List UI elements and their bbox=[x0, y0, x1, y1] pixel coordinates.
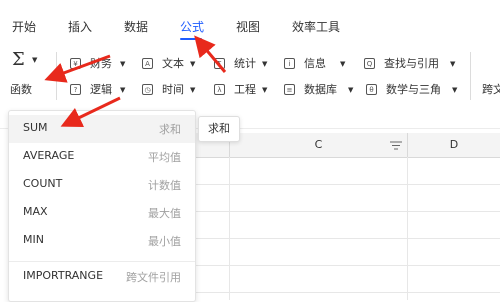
function-name: COUNT bbox=[23, 177, 63, 190]
chevron-down-icon: ▼ bbox=[262, 86, 268, 94]
text-functions-button[interactable]: A 文本 ▼ bbox=[142, 56, 202, 72]
sigma-icon: Σ bbox=[12, 49, 25, 70]
column-header-d[interactable]: D bbox=[408, 133, 500, 157]
chevron-down-icon: ▼ bbox=[348, 86, 354, 94]
grid-row-line bbox=[195, 211, 500, 212]
chevron-down-icon: ▼ bbox=[120, 60, 126, 68]
math-trig-button[interactable]: θ 数学与三角 ▼ bbox=[366, 82, 460, 98]
menu-tabs: 开始 插入 数据 公式 视图 效率工具 bbox=[0, 0, 500, 42]
sum-tooltip: 求和 bbox=[198, 116, 240, 142]
information-label: 信息 bbox=[304, 57, 326, 70]
grid-row-line bbox=[195, 238, 500, 239]
function-name: MAX bbox=[23, 205, 48, 218]
chevron-down-icon: ▼ bbox=[450, 60, 456, 68]
function-item-count[interactable]: COUNT 计数值 bbox=[9, 171, 195, 199]
grid-row-line bbox=[195, 292, 500, 293]
function-name: AVERAGE bbox=[23, 149, 75, 162]
function-name: SUM bbox=[23, 121, 48, 134]
function-dropdown-menu: SUM 求和 AVERAGE 平均值 COUNT 计数值 MAX 最大值 MIN… bbox=[8, 110, 196, 302]
function-description: 计数值 bbox=[148, 179, 181, 192]
function-item-max[interactable]: MAX 最大值 bbox=[9, 199, 195, 227]
lookup-reference-button[interactable]: Q 查找与引用 ▼ bbox=[364, 56, 458, 72]
info-icon: i bbox=[284, 58, 295, 69]
logic-label: 逻辑 bbox=[90, 83, 112, 96]
tab-view[interactable]: 视图 bbox=[236, 19, 260, 35]
chevron-down-icon: ▼ bbox=[32, 56, 38, 64]
engineering-label: 工程 bbox=[234, 83, 256, 96]
insert-function-button[interactable]: Σ ▼ 函数 bbox=[6, 50, 46, 102]
statistics-button[interactable]: Σ 统计 ▼ bbox=[214, 56, 274, 72]
tab-data[interactable]: 数据 bbox=[124, 19, 148, 35]
cross-file-button-partial[interactable]: 跨文 bbox=[482, 82, 500, 98]
chevron-down-icon: ▼ bbox=[340, 60, 346, 68]
chevron-down-icon: ▼ bbox=[190, 86, 196, 94]
lookup-reference-label: 查找与引用 bbox=[384, 57, 439, 70]
finance-label: 财务 bbox=[90, 57, 112, 70]
ribbon-divider bbox=[56, 52, 57, 100]
chevron-down-icon: ▼ bbox=[190, 60, 196, 68]
information-button[interactable]: i 信息 ▼ bbox=[284, 56, 346, 72]
database-label: 数据库 bbox=[304, 83, 337, 96]
function-name: IMPORTRANGE bbox=[23, 269, 104, 282]
time-button[interactable]: ◷ 时间 ▼ bbox=[142, 82, 202, 98]
ribbon-divider bbox=[470, 52, 471, 100]
function-item-average[interactable]: AVERAGE 平均值 bbox=[9, 143, 195, 171]
function-description: 最大值 bbox=[148, 207, 181, 220]
column-header-c[interactable]: C bbox=[230, 133, 408, 157]
grid-row-line bbox=[195, 265, 500, 266]
logic-button[interactable]: ? 逻辑 ▼ bbox=[70, 82, 130, 98]
tab-home[interactable]: 开始 bbox=[12, 19, 36, 35]
chevron-down-icon: ▼ bbox=[262, 60, 268, 68]
statistics-icon: Σ bbox=[214, 58, 225, 69]
function-description: 平均值 bbox=[148, 151, 181, 164]
engineering-icon: λ bbox=[214, 84, 225, 95]
function-name: MIN bbox=[23, 233, 44, 246]
function-description: 跨文件引用 bbox=[126, 271, 181, 284]
chevron-down-icon: ▼ bbox=[452, 86, 458, 94]
column-header-row: C D bbox=[195, 133, 500, 158]
function-description: 最小值 bbox=[148, 235, 181, 248]
chevron-down-icon: ▼ bbox=[120, 86, 126, 94]
function-description: 求和 bbox=[159, 123, 181, 136]
tab-formula[interactable]: 公式 bbox=[180, 19, 204, 35]
time-icon: ◷ bbox=[142, 84, 153, 95]
finance-icon: ¥ bbox=[70, 58, 81, 69]
finance-button[interactable]: ¥ 财务 ▼ bbox=[70, 56, 130, 72]
grid-column-line bbox=[229, 157, 230, 300]
math-icon: θ bbox=[366, 84, 377, 95]
function-label: 函数 bbox=[10, 83, 32, 96]
time-label: 时间 bbox=[162, 83, 184, 96]
filter-icon[interactable] bbox=[390, 141, 402, 150]
math-trig-label: 数学与三角 bbox=[386, 83, 441, 96]
logic-icon: ? bbox=[70, 84, 81, 95]
statistics-label: 统计 bbox=[234, 57, 256, 70]
text-icon: A bbox=[142, 58, 153, 69]
lookup-icon: Q bbox=[364, 58, 375, 69]
database-icon: ≡ bbox=[284, 84, 295, 95]
grid-row-line bbox=[195, 184, 500, 185]
database-button[interactable]: ≡ 数据库 ▼ bbox=[284, 82, 354, 98]
menu-divider bbox=[9, 261, 195, 262]
active-tab-indicator bbox=[180, 38, 202, 40]
tab-efficiency-tools[interactable]: 效率工具 bbox=[292, 19, 340, 35]
text-functions-label: 文本 bbox=[162, 57, 184, 70]
function-item-importrange[interactable]: IMPORTRANGE 跨文件引用 bbox=[9, 263, 195, 291]
engineering-button[interactable]: λ 工程 ▼ bbox=[214, 82, 274, 98]
function-item-sum[interactable]: SUM 求和 bbox=[9, 115, 195, 143]
grid-column-line bbox=[407, 157, 408, 300]
function-item-min[interactable]: MIN 最小值 bbox=[9, 227, 195, 255]
tab-insert[interactable]: 插入 bbox=[68, 19, 92, 35]
